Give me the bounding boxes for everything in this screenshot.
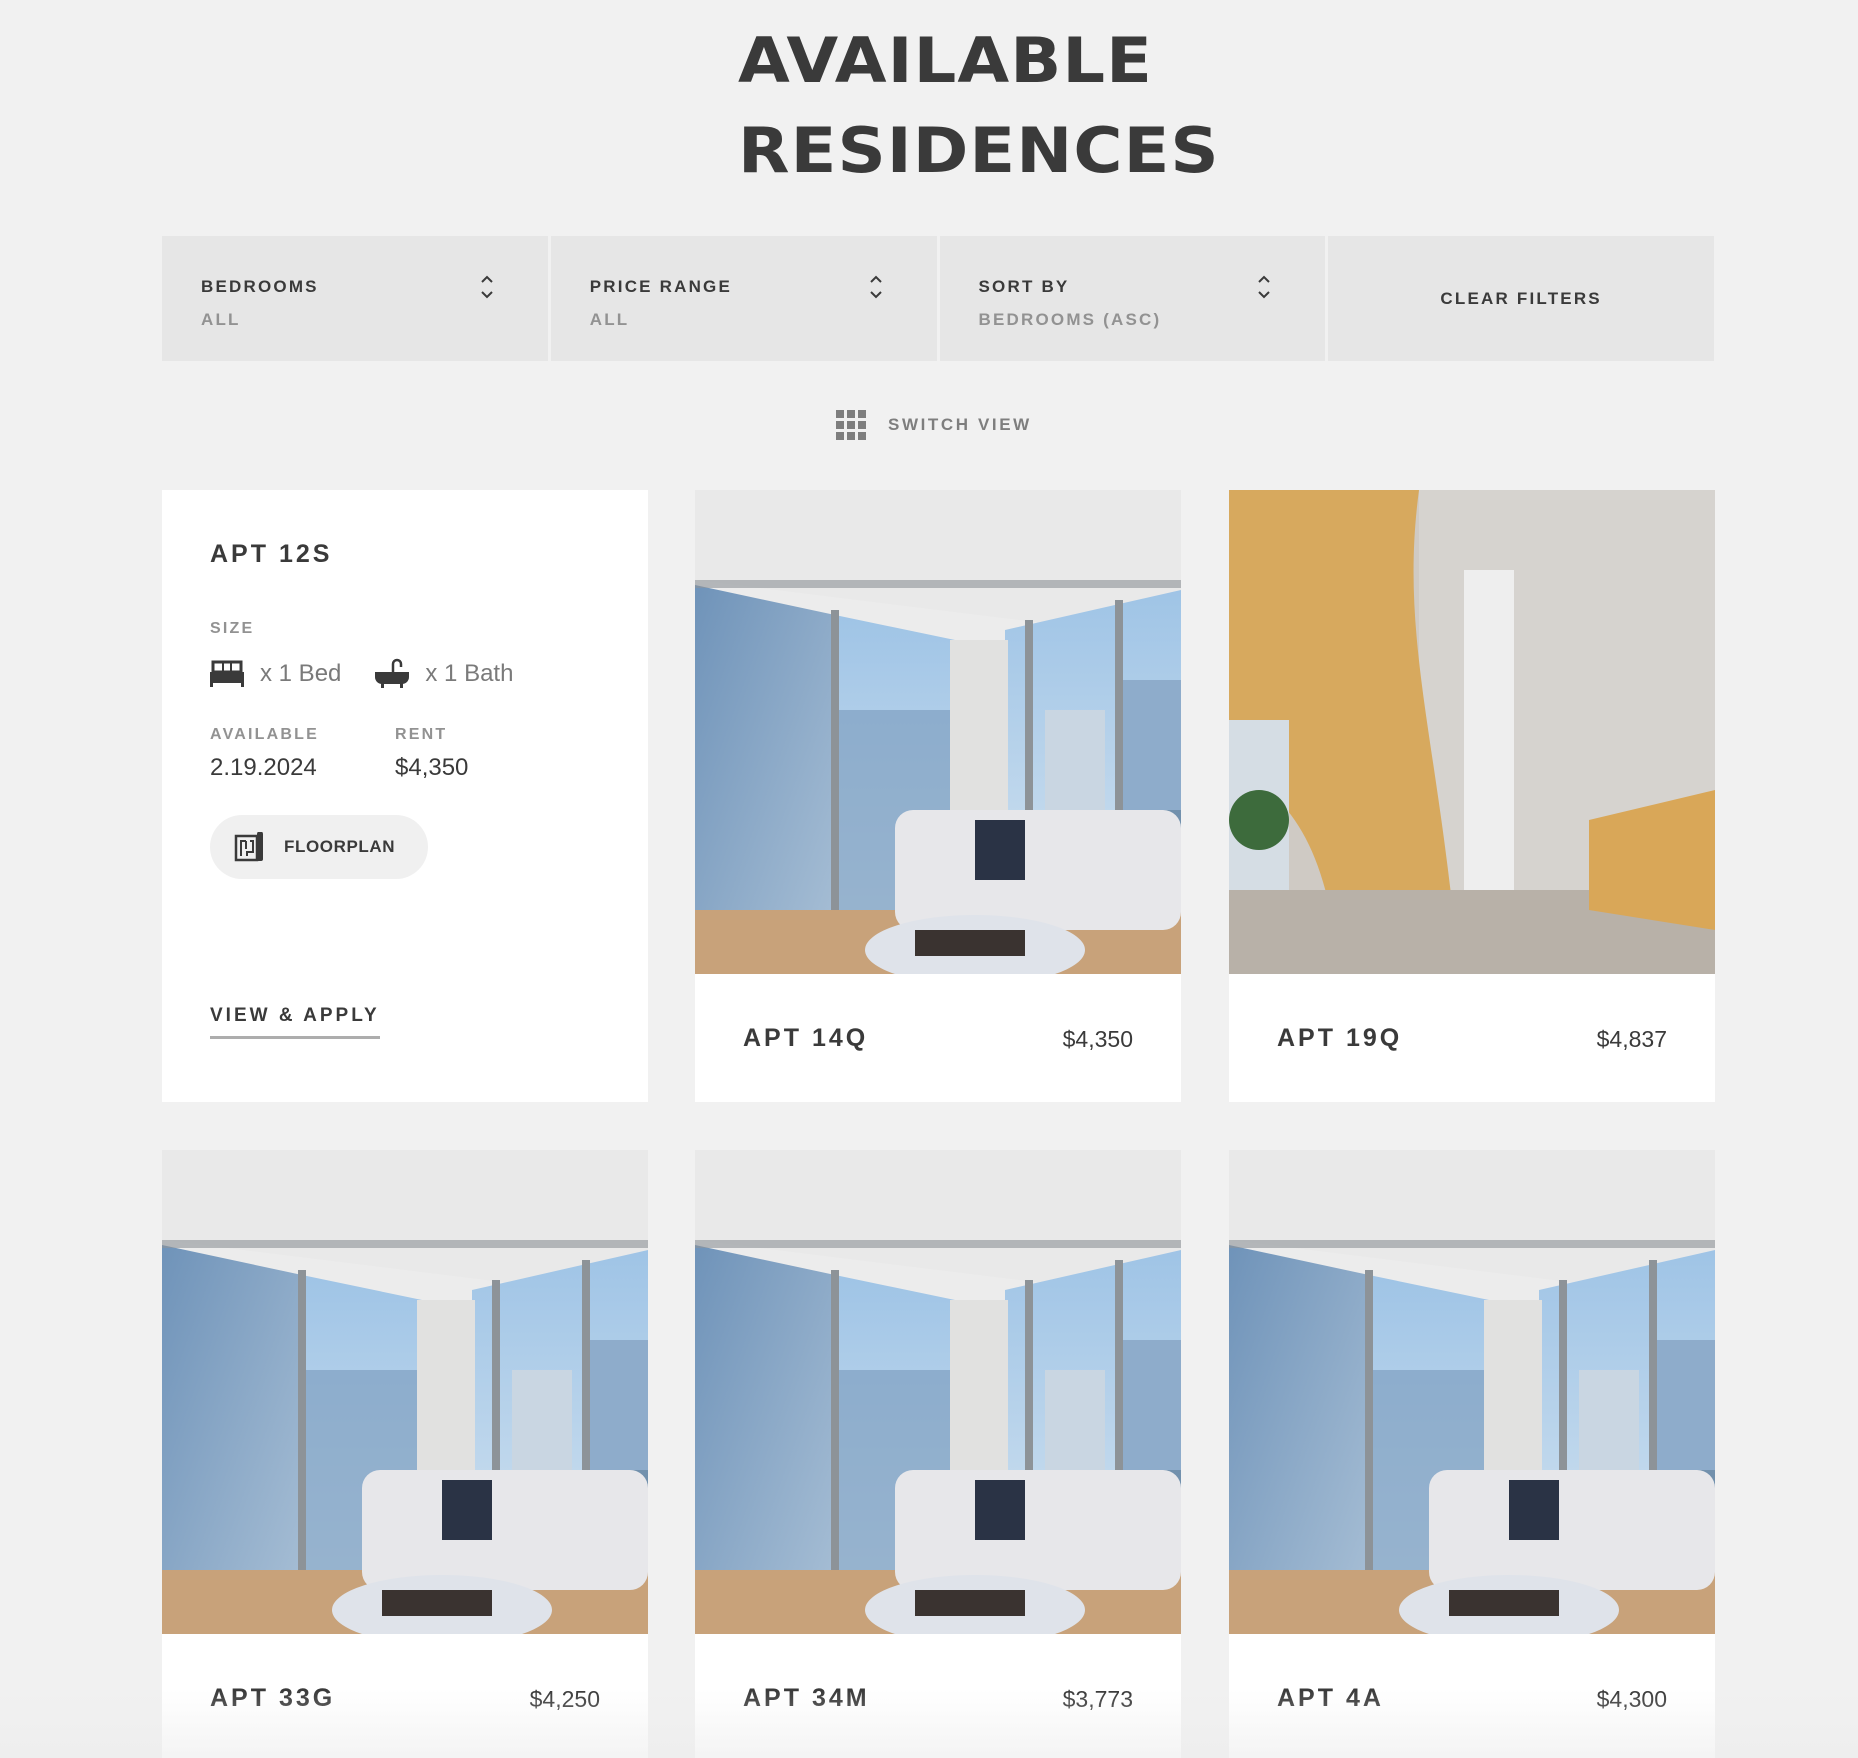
listing-card[interactable]: APT 14Q $4,350	[695, 490, 1181, 1102]
listing-price: $4,250	[529, 1686, 600, 1712]
page-title-line-1: AVAILABLE	[738, 24, 1153, 97]
chevron-up-down-icon	[481, 275, 493, 299]
listing-card[interactable]: APT 34M $3,773	[695, 1150, 1181, 1758]
page-title: AVAILABLE RESIDENCES	[738, 16, 1300, 196]
floorplan-label: FLOORPLAN	[284, 837, 396, 856]
listing-photo[interactable]	[1229, 490, 1715, 974]
listing-apt-name: APT 34M	[743, 1684, 870, 1712]
listing-apt-name: APT 14Q	[743, 1024, 869, 1052]
living-room-photo	[695, 490, 1181, 974]
listing-card-footer: APT 33G $4,250	[162, 1634, 648, 1758]
bedrooms-filter-value: ALL	[201, 310, 241, 329]
listing-price: $4,300	[1596, 1686, 1667, 1712]
listing-card-footer: APT 4A $4,300	[1229, 1634, 1715, 1758]
floorplan-button[interactable]: FLOORPLAN	[210, 815, 428, 879]
listing-card-footer: APT 14Q $4,350	[695, 974, 1181, 1102]
detail-apt-name: APT 12S	[210, 540, 333, 568]
lobby-photo	[1229, 490, 1715, 974]
listing-detail-card: APT 12S SIZE x 1 Bed x 1 Bath AVAILABLE …	[162, 490, 648, 1102]
bed-count-text: x 1 Bed	[260, 660, 342, 687]
sort-by-filter-value: BEDROOMS (ASC)	[978, 310, 1162, 329]
bedrooms-filter[interactable]: BEDROOMS ALL	[162, 236, 548, 361]
listing-price: $4,350	[1062, 1026, 1133, 1052]
switch-view-label: SWITCH VIEW	[888, 415, 1032, 434]
rent: RENT $4,350	[395, 726, 468, 782]
living-room-photo	[162, 1150, 648, 1634]
bed-icon	[210, 660, 244, 687]
filter-bar: BEDROOMS ALL PRICE RANGE ALL SORT BY BED…	[162, 236, 1714, 361]
bedrooms-filter-label: BEDROOMS	[201, 277, 319, 296]
listing-photo[interactable]	[695, 1150, 1181, 1634]
listing-apt-name: APT 33G	[210, 1684, 336, 1712]
listing-card[interactable]: APT 19Q $4,837	[1229, 490, 1715, 1102]
price-range-filter-label: PRICE RANGE	[589, 277, 733, 296]
living-room-photo	[695, 1150, 1181, 1634]
view-apply-link[interactable]: VIEW & APPLY	[210, 1005, 380, 1039]
available-value: 2.19.2024	[210, 754, 317, 781]
room-counts: x 1 Bed x 1 Bath	[210, 658, 547, 690]
price-range-filter-value: ALL	[589, 310, 630, 329]
rent-label: RENT	[395, 726, 448, 743]
bathtub-icon	[375, 658, 410, 688]
bath-count: x 1 Bath	[375, 658, 513, 690]
listing-price: $3,773	[1062, 1686, 1133, 1712]
listing-card-footer: APT 19Q $4,837	[1229, 974, 1715, 1102]
listing-apt-name: APT 4A	[1277, 1684, 1384, 1712]
price-range-filter[interactable]: PRICE RANGE ALL	[550, 236, 937, 361]
switch-view-button[interactable]: SWITCH VIEW	[836, 410, 1032, 440]
listing-photo[interactable]	[162, 1150, 648, 1634]
listing-apt-name: APT 19Q	[1277, 1024, 1403, 1052]
chevron-up-down-icon	[1258, 275, 1270, 299]
page-title-line-2: RESIDENCES	[738, 114, 1220, 187]
listing-photo[interactable]	[1229, 1150, 1715, 1634]
living-room-photo	[1229, 1150, 1715, 1634]
sort-by-filter-label: SORT BY	[978, 277, 1070, 296]
bed-count: x 1 Bed	[210, 660, 341, 688]
available-label: AVAILABLE	[210, 726, 319, 743]
listing-card-footer: APT 34M $3,773	[695, 1634, 1181, 1758]
available-date: AVAILABLE 2.19.2024	[210, 726, 319, 782]
listing-price: $4,837	[1596, 1026, 1667, 1052]
chevron-up-down-icon	[869, 275, 882, 299]
clear-filters-label: CLEAR FILTERS	[1440, 288, 1602, 308]
rent-value: $4,350	[395, 754, 469, 781]
grid-icon	[836, 410, 866, 440]
clear-filters-button[interactable]: CLEAR FILTERS	[1328, 236, 1714, 361]
bath-count-text: x 1 Bath	[425, 660, 514, 687]
listing-card[interactable]: APT 33G $4,250	[162, 1150, 648, 1758]
floorplan-icon	[234, 832, 263, 862]
sort-by-filter[interactable]: SORT BY BEDROOMS (ASC)	[939, 236, 1326, 361]
listing-photo[interactable]	[695, 490, 1181, 974]
listing-card[interactable]: APT 4A $4,300	[1229, 1150, 1715, 1758]
size-label: SIZE	[210, 620, 255, 637]
